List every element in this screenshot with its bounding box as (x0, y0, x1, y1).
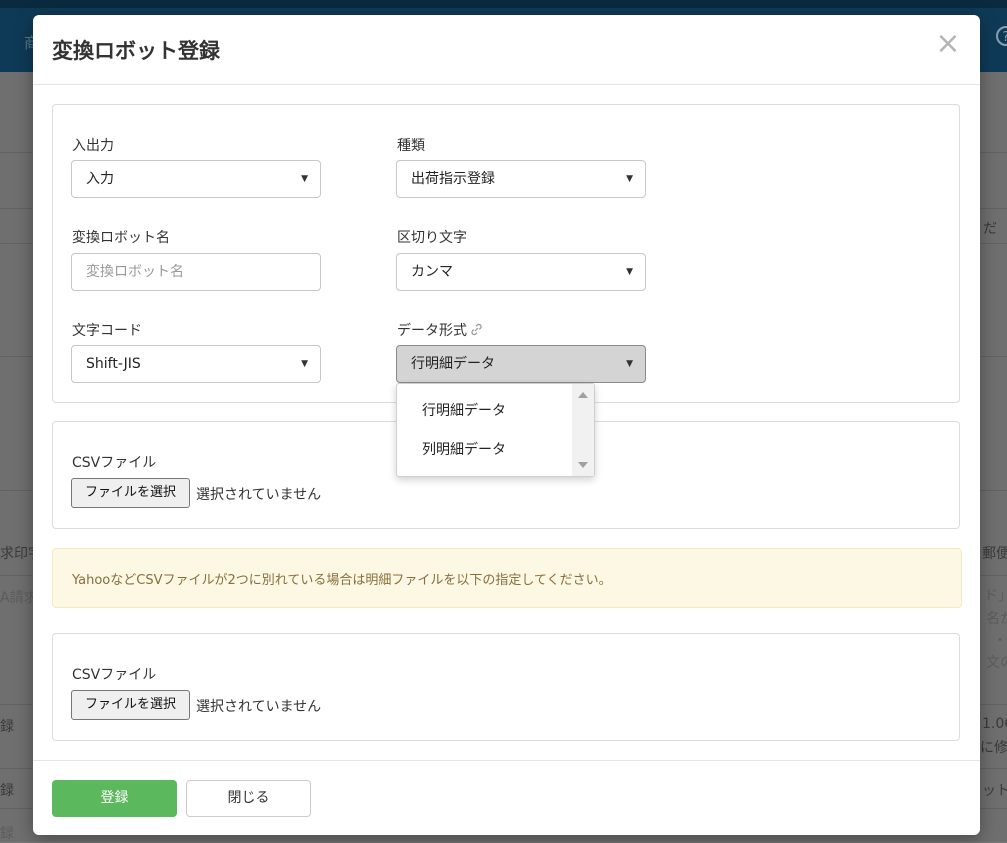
data-format-select[interactable]: 行明細データ ▼ (396, 345, 646, 383)
type-select-value: 出荷指示登録 (411, 171, 495, 187)
chevron-down-icon: ▼ (301, 174, 308, 184)
data-format-dropdown: 行明細データ 列明細データ (396, 383, 595, 477)
background-text: 名か (986, 611, 1007, 627)
csv-file-label: CSVファイル (72, 667, 157, 683)
close-button[interactable]: 閉じる (186, 780, 311, 817)
charcode-label: 文字コード (72, 323, 142, 339)
delimiter-label: 区切り文字 (397, 230, 467, 246)
data-format-label: データ形式 (397, 323, 467, 339)
chevron-down-icon: ▼ (301, 359, 308, 369)
delimiter-select-value: カンマ (411, 264, 453, 280)
io-label: 入出力 (72, 138, 114, 154)
modal-title: 変換ロボット登録 (52, 39, 220, 63)
io-select[interactable]: 入力 ▼ (71, 160, 321, 198)
csv-file-label: CSVファイル (72, 455, 157, 471)
modal-footer-divider (33, 760, 980, 761)
close-icon[interactable]: × (935, 29, 961, 59)
register-button[interactable]: 登録 (52, 780, 177, 817)
io-select-value: 入力 (86, 171, 114, 187)
dropdown-option[interactable]: 列明細データ (422, 439, 506, 459)
background-text: ・ (993, 633, 1007, 649)
background-header-edge (0, 0, 1007, 8)
background-text: 1.06 (982, 716, 1007, 732)
background-text: 郵便 (982, 546, 1007, 562)
background-text: ット (982, 783, 1007, 799)
background-text: だ (983, 221, 997, 237)
chevron-down-icon: ▼ (626, 267, 633, 277)
robot-name-input[interactable] (71, 253, 321, 291)
dropdown-scrollbar[interactable] (572, 384, 594, 476)
chevron-down-icon: ▼ (626, 359, 633, 369)
charcode-select[interactable]: Shift-JIS ▼ (71, 345, 321, 383)
type-select[interactable]: 出荷指示登録 ▼ (396, 160, 646, 198)
background-text: 録 (0, 719, 14, 735)
file-select-button[interactable]: ファイルを選択 (71, 478, 190, 508)
chevron-down-icon: ▼ (626, 174, 633, 184)
delimiter-select[interactable]: カンマ ▼ (396, 253, 646, 291)
background-text: A請求 (0, 590, 38, 606)
link-icon[interactable] (469, 322, 484, 341)
file-status-text: 選択されていません (196, 487, 322, 503)
scroll-up-arrow-icon[interactable] (578, 392, 588, 398)
type-label: 種類 (397, 138, 425, 154)
csv-file-panel-2: CSVファイル ファイルを選択 選択されていません (52, 633, 960, 741)
dropdown-option[interactable]: 行明細データ (422, 400, 506, 420)
charcode-select-value: Shift-JIS (86, 356, 141, 372)
modal-header: 変換ロボット登録 × (33, 15, 980, 85)
robot-name-label: 変換ロボット名 (72, 230, 170, 246)
background-text: 文の (986, 655, 1007, 671)
file-select-button[interactable]: ファイルを選択 (71, 690, 190, 720)
background-text: 録 (0, 826, 14, 842)
robot-register-modal: 変換ロボット登録 × 入出力 入力 ▼ 種類 出荷指示登録 ▼ 変換ロボット名 … (33, 15, 980, 835)
background-text: ド」 (984, 588, 1007, 604)
alert-text: YahooなどCSVファイルが2つに別れている場合は明細ファイルを以下の指定して… (72, 573, 612, 588)
scroll-down-arrow-icon[interactable] (578, 462, 588, 468)
background-text: に修正 (980, 740, 1007, 756)
data-format-select-value: 行明細データ (411, 356, 495, 372)
background-text: 録 (0, 783, 14, 799)
settings-panel: 入出力 入力 ▼ 種類 出荷指示登録 ▼ 変換ロボット名 区切り文字 カンマ ▼… (52, 104, 960, 403)
file-status-text: 選択されていません (196, 699, 322, 715)
data-format-label-row: データ形式 (397, 320, 484, 341)
info-alert: YahooなどCSVファイルが2つに別れている場合は明細ファイルを以下の指定して… (52, 548, 962, 608)
